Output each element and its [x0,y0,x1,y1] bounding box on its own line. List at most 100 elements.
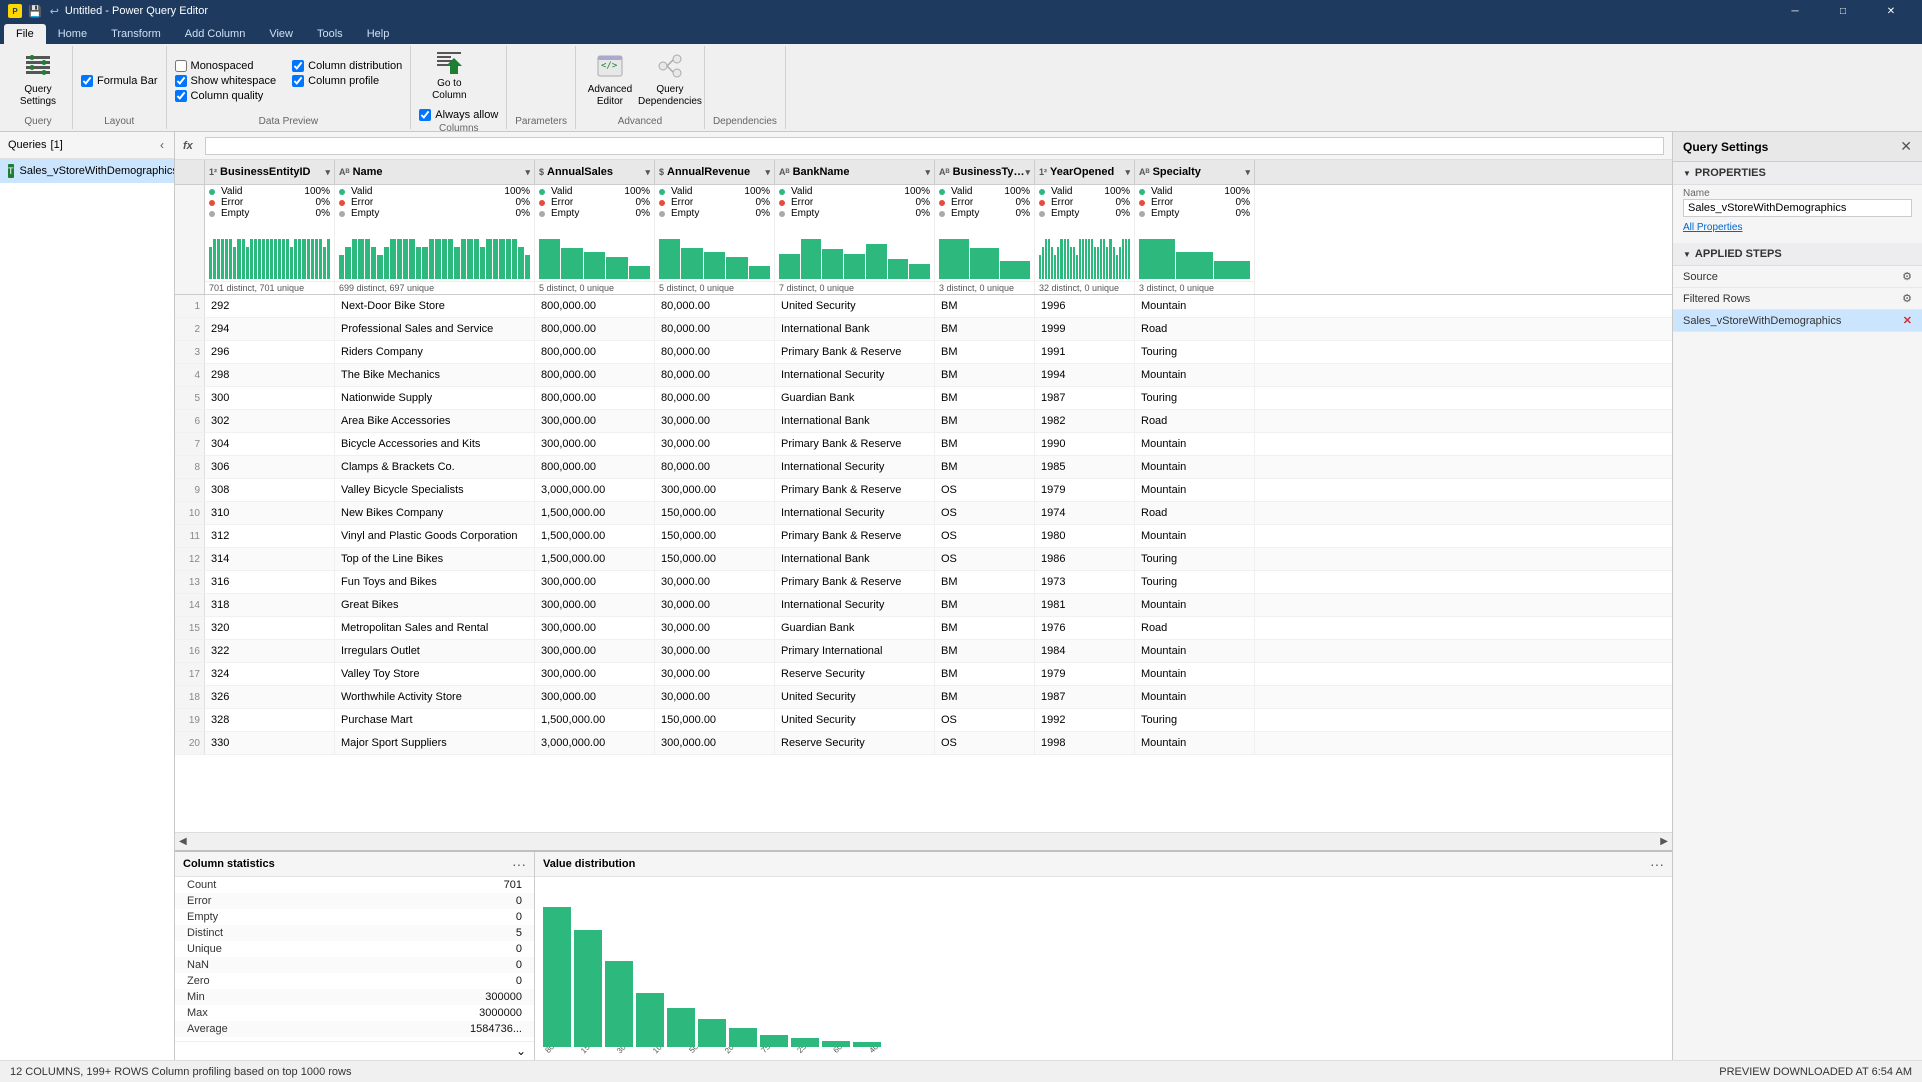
query-item[interactable]: TSales_vStoreWithDemographics [0,159,174,183]
col-header-name[interactable]: AᴮName▾ [335,160,535,184]
applied-step-item[interactable]: Source⚙ [1673,266,1922,288]
column-quality-check[interactable]: Column quality [175,90,277,102]
ribbon-group-dependencies: Dependencies [705,46,786,129]
step-gear-icon[interactable]: ⚙ [1902,270,1912,283]
stats-label: Average [187,1023,228,1035]
advanced-editor-btn[interactable]: </> AdvancedEditor [584,48,636,110]
column-distribution-check[interactable]: Column distribution [292,60,402,72]
column-distribution-checkbox[interactable] [292,60,304,72]
col-filter-annualsales[interactable]: ▾ [645,167,650,178]
monospaced-check[interactable]: Monospaced [175,60,277,72]
status-right: PREVIEW DOWNLOADED AT 6:54 AM [1719,1066,1912,1078]
column-quality-checkbox[interactable] [175,90,187,102]
show-whitespace-check[interactable]: Show whitespace [175,75,277,87]
query-settings-btn[interactable]: QuerySettings [12,48,64,110]
table-row[interactable]: 10310New Bikes Company1,500,000.00150,00… [175,502,1672,525]
step-gear-icon[interactable]: ⚙ [1902,292,1912,305]
maximize-btn[interactable]: □ [1820,0,1866,22]
all-properties-link[interactable]: All Properties [1673,220,1922,235]
table-cell: Touring [1135,387,1255,409]
table-row[interactable]: 17324Valley Toy Store300,000.0030,000.00… [175,663,1672,686]
applied-step-item[interactable]: Filtered Rows⚙ [1673,288,1922,310]
table-row[interactable]: 1292Next-Door Bike Store800,000.0080,000… [175,295,1672,318]
collapse-queries-btn[interactable]: ‹ [158,136,166,154]
table-row[interactable]: 3296Riders Company800,000.0080,000.00Pri… [175,341,1672,364]
tab-view[interactable]: View [257,24,305,44]
name-prop-input[interactable] [1683,199,1912,217]
col-header-annualrevenue[interactable]: $AnnualRevenue▾ [655,160,775,184]
step-delete-icon[interactable]: ✕ [1903,314,1912,327]
table-row[interactable]: 20330Major Sport Suppliers3,000,000.0030… [175,732,1672,755]
table-row[interactable]: 4298The Bike Mechanics800,000.0080,000.0… [175,364,1672,387]
show-whitespace-checkbox[interactable] [175,75,187,87]
col-filter-name[interactable]: ▾ [525,167,530,178]
minimize-btn[interactable]: ─ [1772,0,1818,22]
table-row[interactable]: 19328Purchase Mart1,500,000.00150,000.00… [175,709,1672,732]
col-header-businesstype[interactable]: AᴮBusinessType▾ [935,160,1035,184]
tab-help[interactable]: Help [355,24,402,44]
table-row[interactable]: 15320Metropolitan Sales and Rental300,00… [175,617,1672,640]
table-row[interactable]: 11312Vinyl and Plastic Goods Corporation… [175,525,1672,548]
profile-bar [217,239,220,279]
query-dependencies-btn[interactable]: QueryDependencies [644,48,696,110]
always-allow-checkbox[interactable] [419,109,431,121]
table-row[interactable]: 5300Nationwide Supply800,000.0080,000.00… [175,387,1672,410]
table-row[interactable]: 9308Valley Bicycle Specialists3,000,000.… [175,479,1672,502]
profile-bar [844,254,865,279]
table-row[interactable]: 6302Area Bike Accessories300,000.0030,00… [175,410,1672,433]
right-panel-close-btn[interactable]: ✕ [1900,138,1912,155]
table-row[interactable]: 13316Fun Toys and Bikes300,000.0030,000.… [175,571,1672,594]
formula-bar-checkbox[interactable] [81,75,93,87]
col-filter-specialty[interactable]: ▾ [1245,167,1250,178]
col-filter-bankname[interactable]: ▾ [925,167,930,178]
col-header-yearopened[interactable]: 1²YearOpened▾ [1035,160,1135,184]
table-cell: International Security [775,594,935,616]
tab-transform[interactable]: Transform [99,24,173,44]
formula-bar-input[interactable] [205,137,1664,155]
quick-undo[interactable]: ↩ [50,5,59,18]
applied-step-item[interactable]: Sales_vStoreWithDemographics✕ [1673,310,1922,332]
quick-save[interactable]: 💾 [28,5,42,18]
col-filter-businessentityid[interactable]: ▾ [325,167,330,178]
stats-expand-btn[interactable]: ⌄ [516,1044,526,1058]
table-row[interactable]: 7304Bicycle Accessories and Kits300,000.… [175,433,1672,456]
table-cell: 1999 [1035,318,1135,340]
col-filter-yearopened[interactable]: ▾ [1125,167,1130,178]
column-profile-check[interactable]: Column profile [292,75,402,87]
col-header-businessentityid[interactable]: 1²BusinessEntityID▾ [205,160,335,184]
table-row[interactable]: 2294Professional Sales and Service800,00… [175,318,1672,341]
profile-bar [409,239,414,279]
value-dist-bar [636,993,664,1047]
tab-file[interactable]: File [4,24,46,44]
scroll-left-btn[interactable]: ◀ [179,836,187,847]
col-header-bankname[interactable]: AᴮBankName▾ [775,160,935,184]
tab-home[interactable]: Home [46,24,99,44]
data-body[interactable]: 1292Next-Door Bike Store800,000.0080,000… [175,295,1672,832]
formula-bar-check[interactable]: Formula Bar [81,75,158,87]
table-row[interactable]: 16322Irregulars Outlet300,000.0030,000.0… [175,640,1672,663]
table-row[interactable]: 14318Great Bikes300,000.0030,000.00Inter… [175,594,1672,617]
col-header-annualsales[interactable]: $AnnualSales▾ [535,160,655,184]
column-stats-more-btn[interactable]: ··· [512,856,526,872]
table-row[interactable]: 12314Top of the Line Bikes1,500,000.0015… [175,548,1672,571]
col-filter-businesstype[interactable]: ▾ [1025,167,1030,178]
stats-row: Average1584736... [175,1021,534,1037]
always-allow-check[interactable]: Always allow [419,107,498,121]
table-row[interactable]: 18326Worthwhile Activity Store300,000.00… [175,686,1672,709]
scroll-right-btn[interactable]: ▶ [1660,836,1668,847]
profile-bar [1109,239,1111,279]
table-row[interactable]: 8306Clamps & Brackets Co.800,000.0080,00… [175,456,1672,479]
value-dist-more-btn[interactable]: ··· [1650,856,1664,872]
col-filter-annualrevenue[interactable]: ▾ [765,167,770,178]
monospaced-checkbox[interactable] [175,60,187,72]
table-cell: 316 [205,571,335,593]
name-prop-label: Name [1683,188,1912,199]
col-header-specialty[interactable]: AᴮSpecialty▾ [1135,160,1255,184]
stats-value: 0 [516,975,522,987]
tab-add-column[interactable]: Add Column [173,24,258,44]
profile-bar [221,239,224,279]
go-to-column-btn[interactable]: Go toColumn [419,48,479,103]
tab-tools[interactable]: Tools [305,24,355,44]
column-profile-checkbox[interactable] [292,75,304,87]
close-btn[interactable]: ✕ [1868,0,1914,22]
